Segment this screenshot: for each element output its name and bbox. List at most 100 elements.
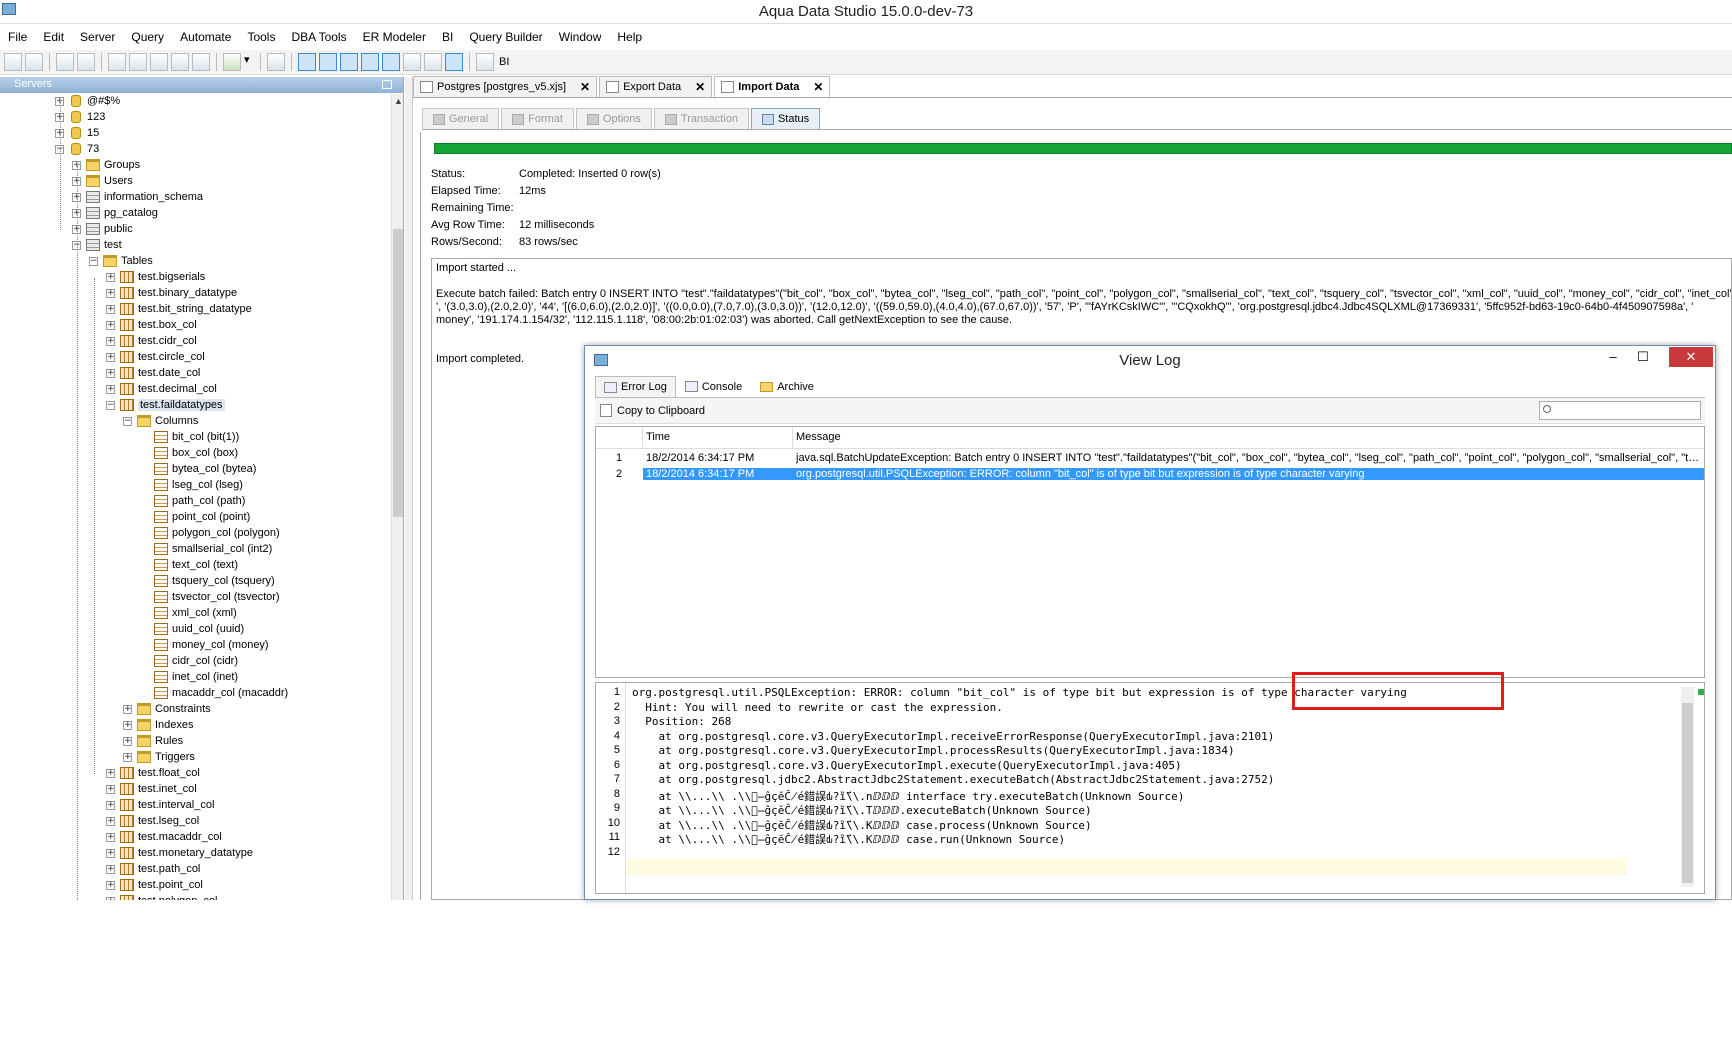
tree-item-column[interactable]: macaddr_col (macaddr)	[140, 685, 288, 701]
tree-item-table[interactable]: + test.bit_string_datatype	[106, 301, 252, 317]
tree-item-table[interactable]: + test.inet_col	[106, 781, 197, 797]
tab-archive[interactable]: Archive	[751, 376, 823, 397]
menu-help[interactable]: Help	[609, 28, 650, 48]
tree-item-table[interactable]: + test.box_col	[106, 317, 197, 333]
close-tab-icon[interactable]: ✕	[813, 80, 823, 94]
menu-bi[interactable]: BI	[434, 28, 461, 48]
expand-icon[interactable]: +	[106, 816, 115, 826]
menu-query-builder[interactable]: Query Builder	[461, 28, 550, 48]
log-detail-editor[interactable]: 1 2 3 4 5 6 7 8 9 10 11 12 org.postgresql.util.PSQL…	[595, 682, 1705, 894]
tree-item-folder[interactable]: + Indexes	[123, 717, 194, 733]
tab-console[interactable]: Console	[676, 376, 751, 397]
query-window-icon[interactable]	[108, 53, 126, 71]
tree-item-table[interactable]: − test.faildatatypes	[106, 397, 225, 413]
expand-icon[interactable]: +	[106, 864, 115, 874]
tree-item-table[interactable]: + test.float_col	[106, 765, 200, 781]
disconnect-icon[interactable]	[77, 53, 95, 71]
tree-item-table[interactable]: + test.binary_datatype	[106, 285, 237, 301]
expand-icon[interactable]: +	[106, 320, 115, 330]
tree-item-column[interactable]: xml_col (xml)	[140, 605, 237, 621]
new-server-icon[interactable]	[4, 53, 22, 71]
menu-dba-tools[interactable]: DBA Tools	[283, 28, 354, 48]
tree-item-folder[interactable]: + Triggers	[123, 749, 195, 765]
minimize-button[interactable]: –	[1599, 347, 1627, 367]
collapse-icon[interactable]: −	[106, 400, 115, 410]
tree-item-db[interactable]: −73	[55, 141, 99, 157]
tree-item-column[interactable]: bit_col (bit(1))	[140, 429, 239, 445]
scroll-up-icon[interactable]: ▲	[394, 96, 403, 106]
log-table-row[interactable]: 2 18/2/2014 6:34:17 PM org.postgresql.util…	[596, 467, 1704, 483]
dropdown-chevron-icon[interactable]: ▾	[244, 53, 254, 71]
shell-icon[interactable]	[267, 53, 285, 71]
expand-icon[interactable]: +	[123, 736, 132, 746]
tree-scrollbar[interactable]: ▲	[391, 94, 403, 900]
expand-icon[interactable]: +	[106, 768, 115, 778]
tree-scroll-thumb[interactable]	[393, 229, 403, 517]
tree-item-table[interactable]: + test.cidr_col	[106, 333, 197, 349]
tree-item-column[interactable]: inet_col (inet)	[140, 669, 238, 685]
column-header-time[interactable]: Time	[646, 431, 670, 443]
tree-view-icon[interactable]	[340, 53, 358, 71]
schema-script-icon[interactable]	[150, 53, 168, 71]
tree-item-schema[interactable]: + public	[72, 221, 133, 237]
pivot-view-icon[interactable]	[361, 53, 379, 71]
tree-item-column[interactable]: bytea_col (bytea)	[140, 461, 256, 477]
tree-item-column[interactable]: money_col (money)	[140, 637, 269, 653]
tab-status[interactable]: Status	[750, 108, 821, 129]
tree-item-table[interactable]: + test.polygon_col	[106, 893, 218, 900]
expand-icon[interactable]: +	[106, 288, 115, 298]
compare-icon[interactable]	[171, 53, 189, 71]
tree-item-schema[interactable]: + information_schema	[72, 189, 203, 205]
query-builder-icon[interactable]	[129, 53, 147, 71]
close-tab-icon[interactable]: ✕	[580, 80, 590, 94]
menu-automate[interactable]: Automate	[172, 28, 239, 48]
tab-import[interactable]: Import Data ✕	[714, 76, 831, 97]
tree-item-column[interactable]: text_col (text)	[140, 557, 238, 573]
tree-item-column[interactable]: lseg_col (lseg)	[140, 477, 243, 493]
expand-icon[interactable]: +	[106, 384, 115, 394]
expand-icon[interactable]: +	[123, 720, 132, 730]
editor-scrollbar[interactable]	[1681, 687, 1694, 887]
tree-item-column[interactable]: path_col (path)	[140, 493, 245, 509]
expand-icon[interactable]: +	[106, 336, 115, 346]
tree-item-column[interactable]: tsvector_col (tsvector)	[140, 589, 280, 605]
copy-to-clipboard-button[interactable]: Copy to Clipboard	[617, 405, 705, 417]
expand-icon[interactable]: +	[123, 704, 132, 714]
menu-file[interactable]: File	[0, 28, 35, 48]
tab-export[interactable]: Export Data ✕	[599, 76, 713, 97]
tree-item-table[interactable]: + test.decimal_col	[106, 381, 217, 397]
editor-scroll-thumb[interactable]	[1682, 703, 1693, 883]
tree-item-table[interactable]: + test.path_col	[106, 861, 200, 877]
tree-item-folder[interactable]: − Columns	[123, 413, 198, 429]
tab-error-log[interactable]: Error Log	[595, 376, 676, 397]
tree-item-column[interactable]: point_col (point)	[140, 509, 250, 525]
collapse-icon[interactable]: −	[123, 416, 132, 426]
tree-item-table[interactable]: + test.circle_col	[106, 349, 205, 365]
collapse-icon[interactable]: −	[89, 256, 98, 266]
close-tab-icon[interactable]: ✕	[695, 80, 705, 94]
tree-item-db[interactable]: + @#$%	[55, 93, 120, 109]
tree-item-folder[interactable]: + Rules	[123, 733, 183, 749]
expand-icon[interactable]: +	[106, 368, 115, 378]
grid-view-icon[interactable]	[298, 53, 316, 71]
tab-options[interactable]: Options	[575, 108, 652, 129]
tree-item-table[interactable]: + test.macaddr_col	[106, 829, 222, 845]
expand-icon[interactable]: +	[123, 752, 132, 762]
chart-view-icon[interactable]	[382, 53, 400, 71]
tab-general[interactable]: General	[422, 108, 500, 129]
connect-icon[interactable]	[56, 53, 74, 71]
close-button[interactable]: ✕	[1669, 347, 1713, 367]
column-header-message[interactable]: Message	[796, 431, 841, 443]
tree-item-column[interactable]: polygon_col (polygon)	[140, 525, 280, 541]
tree-item-table[interactable]: + test.date_col	[106, 365, 200, 381]
expand-icon[interactable]: +	[106, 848, 115, 858]
tab-postgres[interactable]: Postgres [postgres_v5.xjs] ✕	[413, 76, 598, 97]
dialog-titlebar[interactable]: View Log – ☐ ✕	[585, 346, 1715, 374]
maximize-button[interactable]: ☐	[1629, 347, 1657, 367]
restore-panel-icon[interactable]	[382, 80, 392, 89]
tree-item-folder[interactable]: + Groups	[72, 157, 140, 173]
tree-item-table[interactable]: + test.interval_col	[106, 797, 214, 813]
split-view-icon[interactable]	[403, 53, 421, 71]
tree-item-folder[interactable]: − Tables	[89, 253, 153, 269]
tree-item-column[interactable]: cidr_col (cidr)	[140, 653, 238, 669]
